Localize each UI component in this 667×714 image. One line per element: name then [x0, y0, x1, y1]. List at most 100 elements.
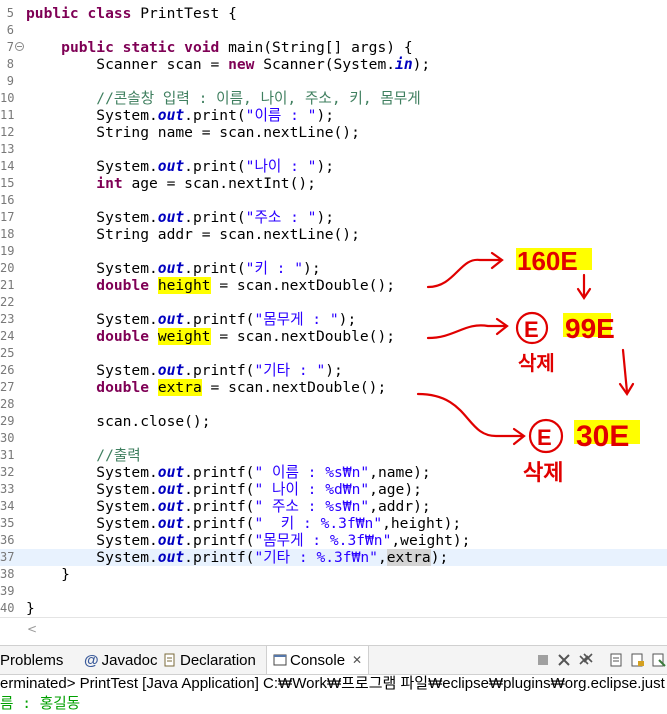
- declaration-tab-label: Declaration: [180, 651, 256, 669]
- code-text: scan.close();: [26, 413, 210, 430]
- code-line[interactable]: 14 System.out.print("나이 : ");: [0, 158, 667, 175]
- scroll-lock-icon[interactable]: [630, 652, 646, 668]
- code-line[interactable]: 37 System.out.printf("기타 : %.3f₩n",extra…: [0, 549, 667, 566]
- code-line[interactable]: 30: [0, 430, 667, 447]
- code-line[interactable]: 15 int age = scan.nextInt();: [0, 175, 667, 192]
- code-text: System.out.print("나이 : ");: [26, 158, 334, 175]
- line-number: 15: [0, 176, 15, 190]
- code-line[interactable]: 18 String addr = scan.nextLine();: [0, 226, 667, 243]
- line-number: 11: [0, 108, 15, 122]
- line-number: 30: [0, 431, 15, 445]
- code-token: ,addr);: [369, 498, 431, 515]
- code-line[interactable]: 35 System.out.printf(" 키 : %.3f₩n",heigh…: [0, 515, 667, 532]
- line-number: 28: [0, 397, 15, 411]
- tab-javadoc[interactable]: @ Javadoc: [84, 650, 158, 670]
- code-token: Scanner(System.: [254, 56, 396, 73]
- line-number: 5: [6, 6, 14, 20]
- code-token: weight: [157, 328, 211, 345]
- code-line[interactable]: 34 System.out.printf(" 주소 : %s₩n",addr);: [0, 498, 667, 515]
- code-token: );: [316, 209, 335, 226]
- code-line[interactable]: 8 Scanner scan = new Scanner(System.in);: [0, 56, 667, 73]
- code-token: out: [157, 158, 185, 175]
- code-token: .printf(: [184, 362, 255, 379]
- code-text: //콘솔창 입력 : 이름, 나이, 주소, 키, 몸무게: [26, 90, 420, 107]
- code-line[interactable]: 7 public static void main(String[] args)…: [0, 39, 667, 56]
- code-line[interactable]: 10 //콘솔창 입력 : 이름, 나이, 주소, 키, 몸무게: [0, 90, 667, 107]
- line-number: 27: [0, 380, 15, 394]
- code-line[interactable]: 26 System.out.printf("기타 : ");: [0, 362, 667, 379]
- code-line[interactable]: 21 double height = scan.nextDouble();: [0, 277, 667, 294]
- code-editor[interactable]: 5 public class PrintTest {6 7 public stati…: [0, 0, 667, 615]
- line-number: 13: [0, 142, 15, 156]
- line-number: 17: [0, 210, 15, 224]
- code-token: );: [325, 362, 343, 379]
- code-line[interactable]: 5 public class PrintTest {: [0, 5, 667, 22]
- code-line[interactable]: 19: [0, 243, 667, 260]
- code-line[interactable]: 39: [0, 583, 667, 600]
- horizontal-scrollbar[interactable]: <: [0, 617, 667, 640]
- code-line[interactable]: 27 double extra = scan.nextDouble();: [0, 379, 667, 396]
- code-token: "몸무게 : %.3f₩n": [254, 532, 392, 549]
- code-token: " 이름 : %s₩n": [254, 464, 370, 481]
- code-token: int: [96, 175, 123, 192]
- code-line[interactable]: 28: [0, 396, 667, 413]
- remove-launch-icon[interactable]: [556, 652, 572, 668]
- code-text: System.out.printf("몸무게 : %.3f₩n",weight)…: [26, 532, 470, 549]
- line-number: 23: [0, 312, 15, 326]
- code-text: System.out.printf("기타 : %.3f₩n",extra);: [26, 549, 448, 566]
- code-line[interactable]: 17 System.out.print("주소 : ");: [0, 209, 667, 226]
- code-line[interactable]: 31 //출력: [0, 447, 667, 464]
- tab-declaration[interactable]: Declaration: [163, 650, 256, 670]
- code-line[interactable]: 24 double weight = scan.nextDouble();: [0, 328, 667, 345]
- code-line[interactable]: 33 System.out.printf(" 나이 : %d₩n",age);: [0, 481, 667, 498]
- console-output[interactable]: 름 : 홍길동: [0, 694, 667, 714]
- pin-console-icon[interactable]: [651, 652, 667, 668]
- code-line[interactable]: 40}: [0, 600, 667, 615]
- clear-console-icon[interactable]: [609, 652, 625, 668]
- terminate-icon[interactable]: [535, 652, 551, 668]
- code-token: );: [338, 311, 357, 328]
- code-token: out: [157, 107, 185, 124]
- code-token: );: [430, 549, 449, 566]
- code-line[interactable]: 16: [0, 192, 667, 209]
- code-line[interactable]: 22: [0, 294, 667, 311]
- code-text: //출력: [26, 447, 141, 464]
- close-icon[interactable]: ✕: [352, 653, 362, 667]
- fold-toggle-icon[interactable]: [15, 42, 24, 51]
- scroll-left-arrow-icon[interactable]: <: [27, 622, 37, 636]
- code-token: " 키 : %.3f₩n": [254, 515, 383, 532]
- javadoc-tab-label: Javadoc: [101, 651, 158, 669]
- code-text: System.out.printf(" 주소 : %s₩n",addr);: [26, 498, 431, 515]
- code-line[interactable]: 20 System.out.print("키 : ");: [0, 260, 667, 277]
- problems-tab-label: Problems: [0, 651, 64, 669]
- code-line[interactable]: 38 }: [0, 566, 667, 583]
- tab-console[interactable]: Console ✕: [266, 646, 370, 674]
- code-token: height: [157, 277, 211, 294]
- code-line[interactable]: 29 scan.close();: [0, 413, 667, 430]
- code-text: System.out.printf(" 키 : %.3f₩n",height);: [26, 515, 461, 532]
- code-token: public static void: [61, 39, 220, 56]
- tab-problems[interactable]: Problems: [0, 650, 63, 670]
- code-line[interactable]: 23 System.out.printf("몸무게 : ");: [0, 311, 667, 328]
- code-token: System.: [26, 260, 158, 277]
- code-line[interactable]: 12 String name = scan.nextLine();: [0, 124, 667, 141]
- code-text: System.out.print("키 : ");: [26, 260, 320, 277]
- code-line[interactable]: 36 System.out.printf("몸무게 : %.3f₩n",weig…: [0, 532, 667, 549]
- code-line[interactable]: 13: [0, 141, 667, 158]
- code-token: " 나이 : %d₩n": [254, 481, 370, 498]
- code-line[interactable]: 11 System.out.print("이름 : ");: [0, 107, 667, 124]
- console-icon: [273, 653, 287, 667]
- code-token: System.: [26, 158, 158, 175]
- code-line[interactable]: 25: [0, 345, 667, 362]
- code-line[interactable]: 32 System.out.printf(" 이름 : %s₩n",name);: [0, 464, 667, 481]
- code-token: ,: [377, 549, 387, 566]
- line-number: 6: [6, 23, 14, 37]
- code-token: //출력: [96, 447, 141, 464]
- line-number: 14: [0, 159, 15, 173]
- code-line[interactable]: 9: [0, 73, 667, 90]
- remove-all-terminated-icon[interactable]: [578, 652, 594, 668]
- code-line[interactable]: 6: [0, 22, 667, 39]
